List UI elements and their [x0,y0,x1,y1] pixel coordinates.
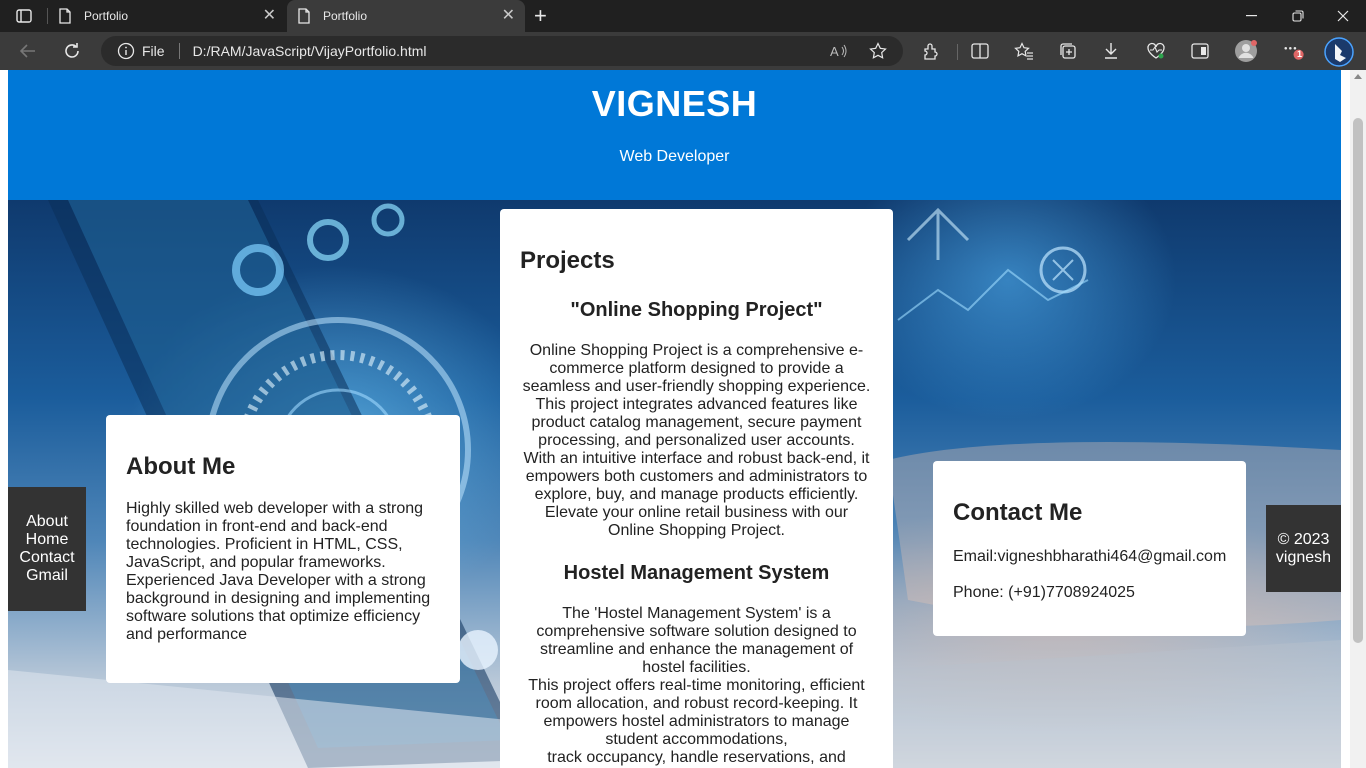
nav-home-link[interactable]: Home [8,531,86,549]
downloads-icon[interactable] [1100,40,1122,62]
projects-title: Projects [520,247,615,274]
side-nav: About Home Contact Gmail [8,487,86,611]
contact-email: Email:vigneshbharathi464@gmail.com [953,548,1227,565]
contact-phone: Phone: (+91)7708924025 [953,584,1135,601]
site-header: VIGNESH Web Developer [8,70,1341,200]
about-card: About Me Highly skilled web developer wi… [106,415,460,683]
minimize-icon[interactable] [1229,0,1275,32]
split-screen-icon[interactable] [969,40,991,62]
vertical-scrollbar[interactable] [1350,70,1366,768]
site-footer: © 2023 vignesh [1266,505,1341,592]
address-separator [178,43,180,59]
read-aloud-icon[interactable]: A [829,41,849,61]
notification-badge: 1 [1297,49,1303,59]
contact-title: Contact Me [953,499,1083,526]
window-close-icon[interactable] [1320,0,1366,32]
browser-toolbar: File D:/RAM/JavaScript/VijayPortfolio.ht… [0,32,1366,70]
about-text: Highly skilled web developer with a stro… [126,500,431,643]
extensions-icon[interactable] [920,40,942,62]
site-subtitle: Web Developer [619,148,730,165]
bing-icon[interactable] [1324,37,1354,67]
scrollbar-thumb[interactable] [1353,118,1363,643]
tab-title: Portfolio [323,9,368,23]
page-viewport: VIGNESH Web Developer About Home Contact… [0,70,1366,768]
tab-title: Portfolio [84,9,129,23]
collections-icon[interactable] [1057,40,1079,62]
projects-card: Projects "Online Shopping Project" Onlin… [500,209,893,768]
portfolio-page: VIGNESH Web Developer About Home Contact… [8,70,1341,768]
close-icon[interactable]: ✕ [263,8,276,24]
info-icon[interactable] [117,42,135,60]
url-text[interactable]: D:/RAM/JavaScript/VijayPortfolio.html [193,43,427,59]
page-icon [297,8,311,24]
tab-portfolio-2[interactable]: Portfolio ✕ [287,0,525,32]
scheme-label: File [142,43,165,59]
tab-portfolio-1[interactable]: Portfolio ✕ [48,0,286,32]
address-bar[interactable]: File D:/RAM/JavaScript/VijayPortfolio.ht… [101,36,903,66]
favorite-icon[interactable] [868,41,888,61]
contact-card: Contact Me Email:vigneshbharathi464@gmai… [933,461,1246,636]
svg-text:A: A [830,44,839,59]
close-icon[interactable]: ✕ [502,8,515,24]
nav-gmail-link[interactable]: Gmail [8,567,86,585]
back-icon[interactable] [17,40,39,62]
project-description: Online Shopping Project is a comprehensi… [522,342,871,539]
scroll-up-arrow-icon[interactable] [1354,74,1362,79]
project-description: The 'Hostel Management System' is a comp… [528,605,865,768]
toolbar-separator [957,44,958,60]
tab-strip: Portfolio ✕ Portfolio ✕ + [0,0,1366,32]
footer-copyright: © 2023 [1277,530,1330,548]
about-title: About Me [126,453,236,480]
new-tab-icon[interactable]: + [534,5,547,27]
refresh-icon[interactable] [61,40,83,62]
footer-name: vignesh [1275,548,1332,566]
performance-icon[interactable] [1145,40,1167,62]
favorites-icon[interactable] [1013,40,1035,62]
profile-icon[interactable] [1234,39,1258,63]
nav-contact-link[interactable]: Contact [8,549,86,567]
project-title: "Online Shopping Project" [570,299,823,321]
restore-icon[interactable] [1275,0,1321,32]
nav-about-link[interactable]: About [8,513,86,531]
project-title: Hostel Management System [563,562,830,584]
tab-actions-icon[interactable] [10,6,38,26]
more-icon[interactable]: 1 [1283,40,1305,62]
site-title: VIGNESH [591,83,758,124]
page-icon [58,8,72,24]
sidebar-icon[interactable] [1189,40,1211,62]
